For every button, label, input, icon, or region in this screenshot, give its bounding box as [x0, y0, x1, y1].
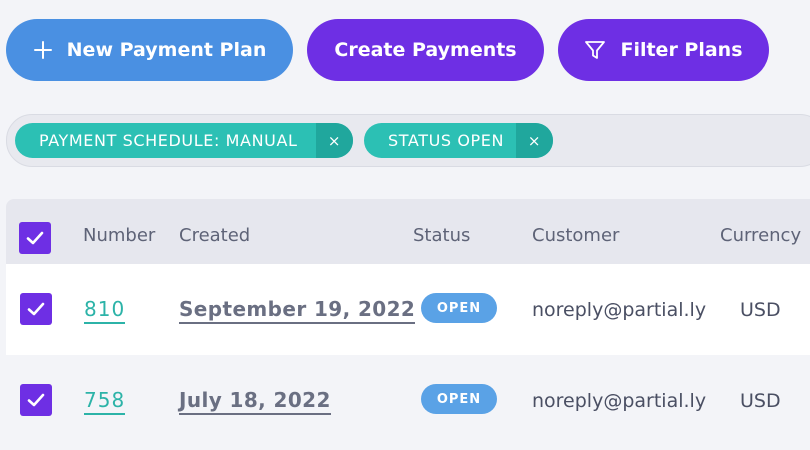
filter-chip-payment-schedule: PAYMENT SCHEDULE: MANUAL × [15, 123, 353, 158]
new-payment-plan-button[interactable]: New Payment Plan [6, 19, 293, 81]
status-badge: OPEN [421, 384, 497, 414]
new-payment-plan-label: New Payment Plan [66, 39, 267, 61]
row-checkbox[interactable] [20, 293, 52, 325]
remove-filter-button[interactable]: × [516, 123, 553, 158]
toolbar: New Payment Plan Create Payments Filter … [6, 19, 769, 81]
create-payments-label: Create Payments [334, 39, 517, 61]
table-row[interactable]: 810 September 19, 2022 OPEN noreply@part… [6, 264, 810, 355]
created-date[interactable]: July 18, 2022 [179, 388, 331, 415]
column-header-created[interactable]: Created [179, 225, 250, 246]
customer-email: noreply@partial.ly [532, 390, 707, 412]
active-filters-bar: PAYMENT SCHEDULE: MANUAL × STATUS OPEN × [6, 114, 810, 167]
create-payments-button[interactable]: Create Payments [307, 19, 544, 81]
filter-chip-status: STATUS OPEN × [364, 123, 553, 158]
currency: USD [740, 299, 781, 321]
filter-plans-button[interactable]: Filter Plans [558, 19, 769, 81]
check-icon [27, 393, 45, 407]
table-row[interactable]: 758 July 18, 2022 OPEN noreply@partial.l… [6, 355, 810, 446]
filter-chip-label: STATUS OPEN [388, 131, 505, 150]
currency: USD [740, 390, 781, 412]
filter-plans-label: Filter Plans [620, 39, 743, 61]
table-header: Number Created Status Customer Currency [6, 199, 810, 264]
status-badge: OPEN [421, 293, 497, 323]
customer-email: noreply@partial.ly [532, 299, 707, 321]
filter-chip-label: PAYMENT SCHEDULE: MANUAL [39, 131, 298, 150]
funnel-icon [584, 39, 606, 61]
row-checkbox[interactable] [20, 384, 52, 416]
plan-number-link[interactable]: 810 [84, 297, 126, 324]
created-date[interactable]: September 19, 2022 [179, 297, 416, 324]
check-icon [27, 302, 45, 316]
check-icon [26, 231, 44, 245]
remove-filter-button[interactable]: × [316, 123, 353, 158]
column-header-number[interactable]: Number [83, 225, 155, 246]
plan-number-link[interactable]: 758 [84, 388, 126, 415]
plus-icon [33, 40, 53, 60]
column-header-status[interactable]: Status [413, 225, 470, 246]
column-header-customer[interactable]: Customer [532, 225, 619, 246]
select-all-checkbox[interactable] [19, 222, 51, 254]
column-header-currency[interactable]: Currency [720, 225, 801, 246]
